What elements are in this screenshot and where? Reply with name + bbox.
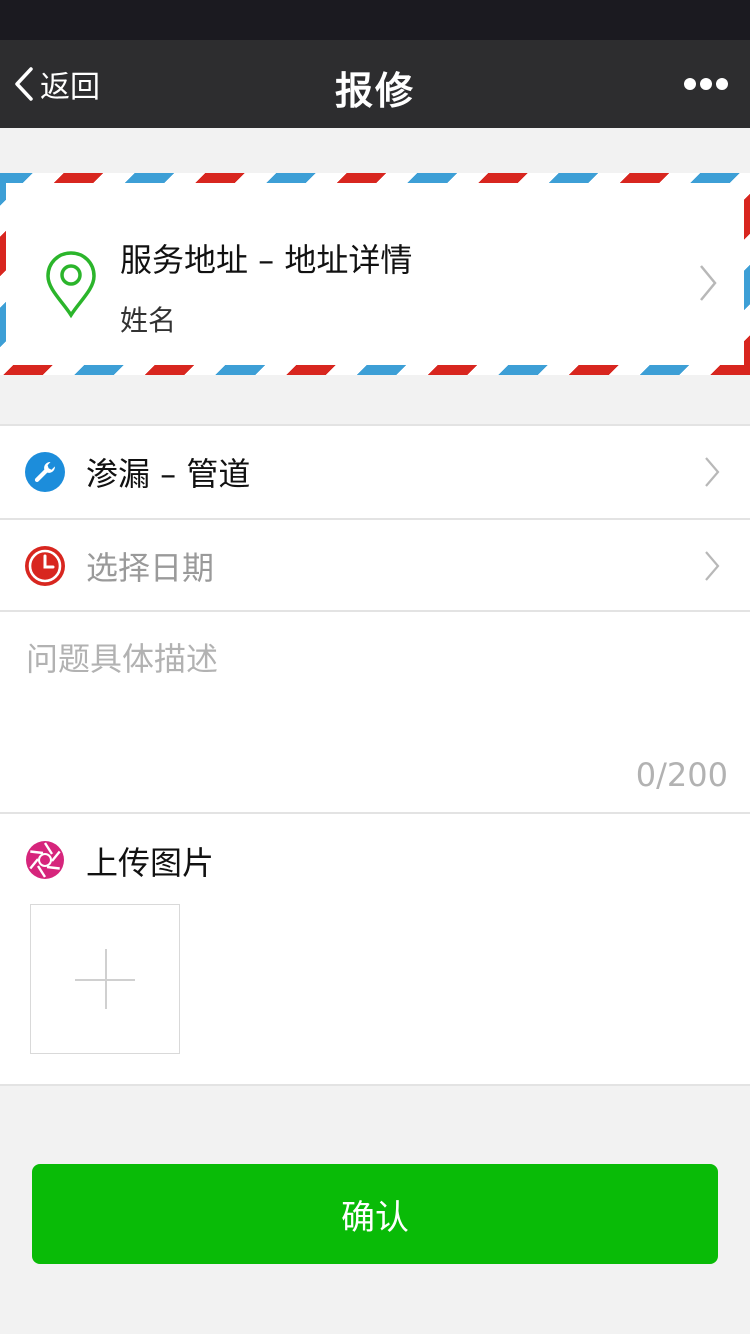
contact-name: 姓名 bbox=[120, 304, 177, 337]
navigation-bar: 返回 报修 bbox=[0, 40, 750, 128]
repair-options-group: 渗漏 – 管道 选择日期 bbox=[0, 424, 750, 612]
address-title: 服务地址 – 地址详情 bbox=[120, 241, 413, 279]
date-picker-placeholder: 选择日期 bbox=[86, 549, 215, 587]
upload-images-section: 上传图片 bbox=[0, 814, 750, 1084]
chevron-right-icon bbox=[705, 457, 720, 487]
divider bbox=[0, 1084, 750, 1086]
plus-icon bbox=[105, 949, 107, 1009]
address-card-body: 服务地址 – 地址详情 姓名 bbox=[6, 183, 744, 365]
description-placeholder: 问题具体描述 bbox=[26, 640, 219, 678]
camera-aperture-icon bbox=[26, 841, 64, 879]
upload-title: 上传图片 bbox=[86, 844, 215, 882]
repair-category-cell[interactable]: 渗漏 – 管道 bbox=[0, 426, 750, 518]
confirm-button[interactable]: 确认 bbox=[32, 1164, 718, 1264]
wrench-icon bbox=[25, 452, 65, 492]
repair-category-label: 渗漏 – 管道 bbox=[86, 455, 251, 493]
status-bar bbox=[0, 0, 750, 40]
chevron-right-icon bbox=[705, 551, 720, 581]
service-address-card[interactable]: 服务地址 – 地址详情 姓名 bbox=[0, 173, 750, 375]
chevron-right-icon bbox=[700, 265, 717, 301]
character-counter: 0/200 bbox=[635, 756, 728, 794]
location-pin-icon bbox=[46, 251, 96, 319]
clock-icon bbox=[25, 546, 65, 586]
problem-description-textarea[interactable]: 问题具体描述 0/200 bbox=[0, 612, 750, 812]
more-dots-icon[interactable] bbox=[684, 70, 728, 98]
page-title: 报修 bbox=[334, 69, 415, 113]
date-picker-cell[interactable]: 选择日期 bbox=[0, 520, 750, 612]
add-image-button[interactable] bbox=[30, 904, 180, 1054]
